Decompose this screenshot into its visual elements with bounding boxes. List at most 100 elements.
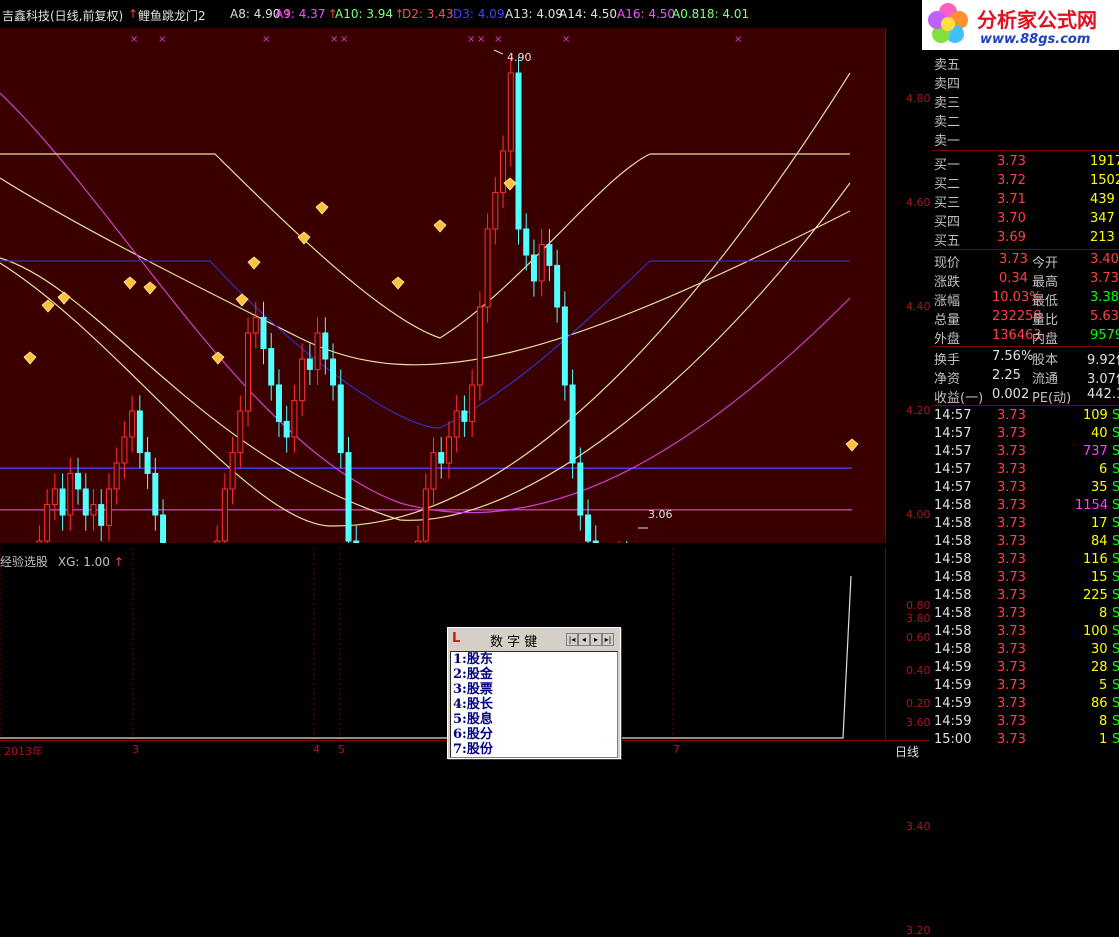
stock-title: 吉鑫科技(日线,前复权) xyxy=(2,9,124,23)
stats-value-2: 9.92亿 xyxy=(1087,353,1119,368)
bid-price: 3.73 xyxy=(997,154,1026,169)
stats-row: 收益(一) 0.002PE(动) 442.1 xyxy=(932,386,1119,406)
quote-label: 总量 xyxy=(934,313,961,328)
tick-row: 14:57 3.73 6 S xyxy=(932,461,1119,479)
keypad-item[interactable]: 3:股票 xyxy=(451,682,617,697)
tick-time: 14:58 xyxy=(934,552,972,567)
candle-body xyxy=(121,436,128,464)
date-axis-label: 4 xyxy=(313,743,320,756)
candle-body xyxy=(330,358,337,386)
price-tick-label: 4.60 xyxy=(906,196,931,209)
ask-row: 卖五 xyxy=(932,53,1119,73)
keypad-item[interactable]: 1:股东 xyxy=(451,652,617,667)
tick-volume: 100 xyxy=(1083,624,1108,639)
bid-row: 买二 3.72 1502 xyxy=(932,172,1119,192)
keypad-item[interactable]: 2:股金 xyxy=(451,667,617,682)
divider xyxy=(932,249,1119,250)
stats-value: 0.002 xyxy=(992,387,1030,402)
tick-direction: S xyxy=(1112,534,1119,549)
candle-body xyxy=(538,244,545,282)
first-icon[interactable]: |◂ xyxy=(566,633,578,646)
last-icon[interactable]: ▸| xyxy=(602,633,614,646)
keypad-item[interactable]: 6:股分 xyxy=(451,727,617,742)
indicator-subchart[interactable] xyxy=(0,548,885,740)
indicator-name[interactable]: 鲤鱼跳龙门2 xyxy=(138,7,206,24)
candle-body xyxy=(314,332,321,370)
subchart-tick-label: 0.20 xyxy=(906,697,931,710)
ask-label: 卖二 xyxy=(934,115,961,130)
candle-body xyxy=(299,358,306,402)
numeric-keypad-window[interactable]: L 数 字 键 |◂ ◂ ▸ ▸| 1:股东 2:股金 3:股票 4:股长 5:股息 6:… xyxy=(447,627,621,759)
date-axis-label: 日线 xyxy=(895,745,920,759)
next-icon[interactable]: ▸ xyxy=(590,633,602,646)
price-tick-label: 3.40 xyxy=(906,820,931,833)
bid-price: 3.70 xyxy=(997,211,1026,226)
tick-row: 14:59 3.73 5 S xyxy=(932,677,1119,695)
tick-volume: 86 xyxy=(1091,696,1108,711)
keypad-item[interactable]: 5:股息 xyxy=(451,712,617,727)
candle-body xyxy=(221,488,228,542)
tick-price: 3.73 xyxy=(997,678,1026,693)
candle-body xyxy=(515,72,522,230)
ask-label: 卖一 xyxy=(934,134,961,149)
tick-row: 14:59 3.73 86 S xyxy=(932,695,1119,713)
bid-label: 买四 xyxy=(934,215,961,230)
prev-icon[interactable]: ◂ xyxy=(578,633,590,646)
tick-time: 14:57 xyxy=(934,408,972,423)
tick-price: 3.73 xyxy=(997,714,1026,729)
candle-body xyxy=(306,358,313,370)
tick-direction: S xyxy=(1112,660,1119,675)
flower-logo-icon xyxy=(928,3,968,43)
candle-body xyxy=(453,410,460,438)
candle-body xyxy=(592,540,599,543)
tick-price: 3.73 xyxy=(997,408,1026,423)
date-axis-label: 5 xyxy=(338,743,345,756)
candle-body xyxy=(113,462,120,490)
tick-time: 14:58 xyxy=(934,570,972,585)
keypad-item[interactable]: 7:股份 xyxy=(451,742,617,757)
candle-body xyxy=(492,192,499,230)
signal-marker-icon: × xyxy=(262,34,270,45)
tick-price: 3.73 xyxy=(997,498,1026,513)
quote-label: 外盘 xyxy=(934,332,961,347)
tick-time: 14:58 xyxy=(934,624,972,639)
tick-time: 14:58 xyxy=(934,606,972,621)
tick-volume: 17 xyxy=(1091,516,1108,531)
candle-body xyxy=(252,316,259,334)
keypad-item[interactable]: 4:股长 xyxy=(451,697,617,712)
candle-body xyxy=(245,332,252,412)
quote-panel: 卖五 卖四 卖三 卖二 卖一 买一 3.73 1917 买二 3.72 1502 买三 3.71 439 买… xyxy=(932,50,1119,757)
indicator-value-3: D2: 3.43 xyxy=(402,7,454,21)
bid-volume: 439 xyxy=(1090,192,1115,207)
stats-value-2: 442.1 xyxy=(1087,387,1119,402)
candle-body xyxy=(51,488,58,506)
candle-body xyxy=(322,332,329,360)
bid-label: 买三 xyxy=(934,196,961,211)
candle-body xyxy=(353,540,360,543)
candle-body xyxy=(530,254,537,282)
divider xyxy=(932,150,1119,151)
signal-marker-icon: × xyxy=(494,34,502,45)
tick-row: 14:57 3.73 109 S xyxy=(932,407,1119,425)
candle-body xyxy=(229,452,236,490)
candlestick-chart[interactable]: ××××××××××4.903.06$ xyxy=(0,28,885,543)
tick-time: 14:58 xyxy=(934,498,972,513)
candle-body xyxy=(577,462,584,516)
logo-url[interactable]: www.88gs.com xyxy=(980,32,1090,47)
tick-price: 3.73 xyxy=(997,642,1026,657)
keypad-list[interactable]: 1:股东 2:股金 3:股票 4:股长 5:股息 6:股分 7:股份 xyxy=(450,651,618,758)
tick-time: 15:00 xyxy=(934,732,972,747)
tick-direction: S xyxy=(1112,588,1119,603)
candle-body xyxy=(445,436,452,464)
indicator-value-6: A14: 4.50 xyxy=(559,7,618,21)
signal-marker-icon: × xyxy=(340,34,348,45)
quote-label: 涨跌 xyxy=(934,275,961,290)
tick-row: 14:58 3.73 17 S xyxy=(932,515,1119,533)
signal-marker-icon: × xyxy=(330,34,338,45)
tick-direction: S xyxy=(1112,462,1119,477)
tick-time: 14:58 xyxy=(934,534,972,549)
candle-body xyxy=(144,452,151,474)
keypad-titlebar[interactable]: L 数 字 键 |◂ ◂ ▸ ▸| xyxy=(448,628,618,650)
tick-volume: 1 xyxy=(1099,732,1108,747)
bid-price: 3.69 xyxy=(997,230,1026,245)
